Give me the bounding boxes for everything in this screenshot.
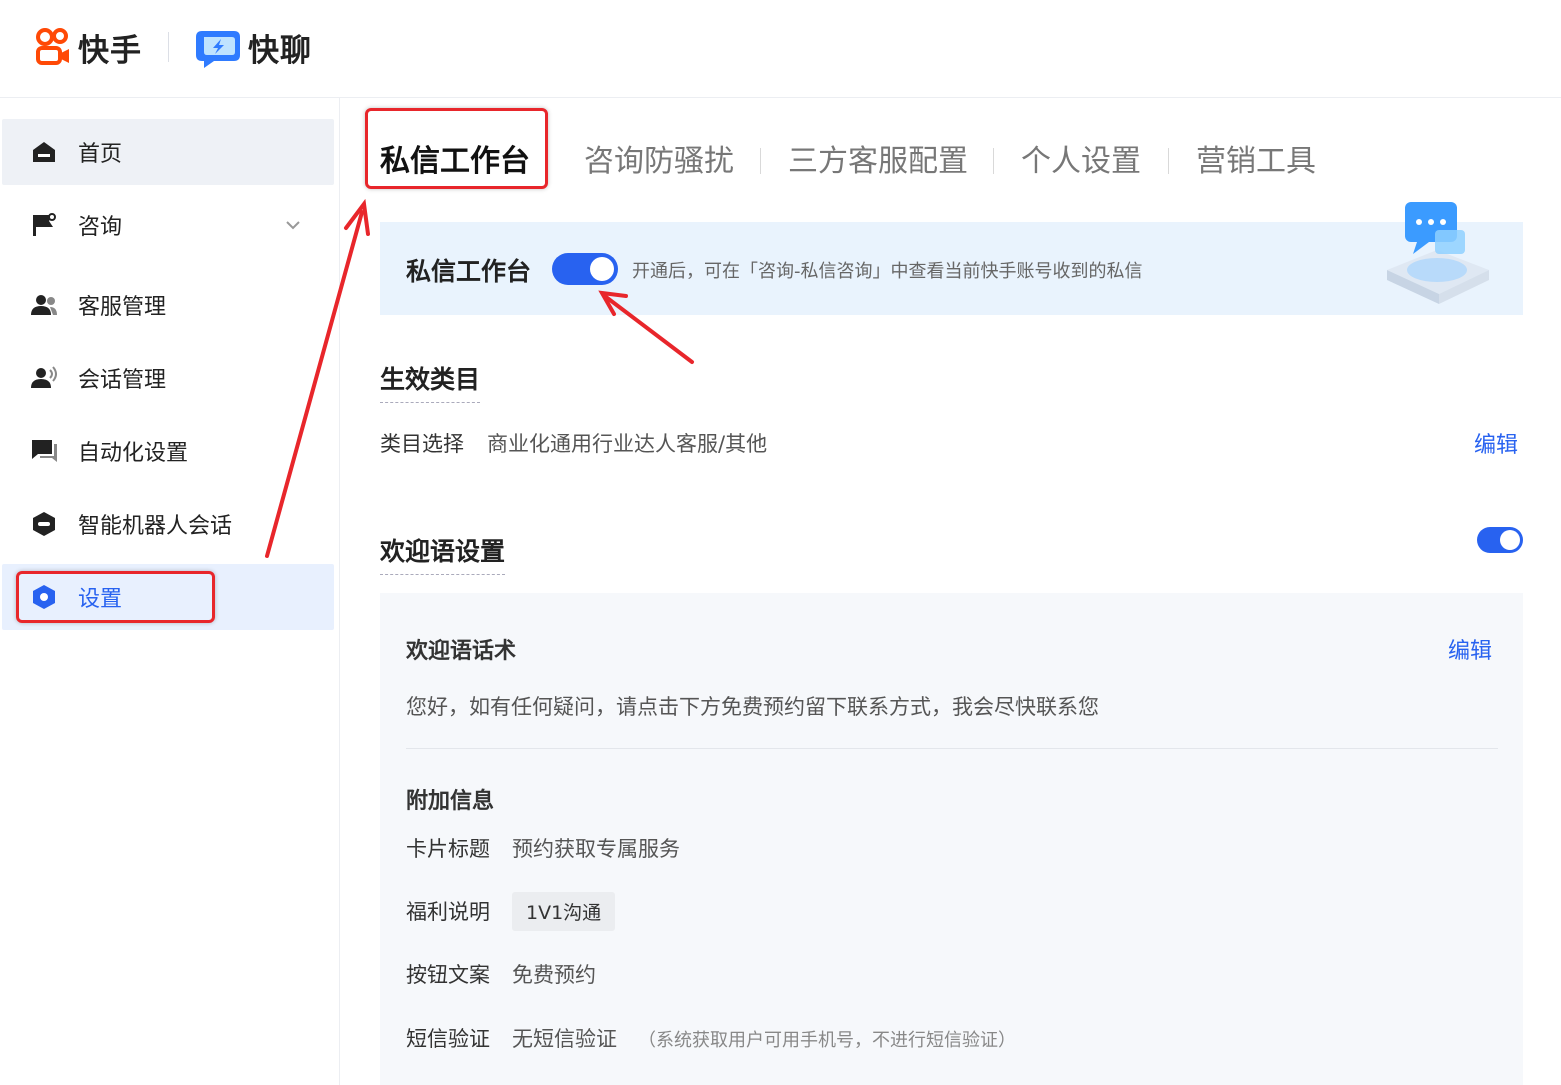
kuaishou-brand-text: 快手 (78, 32, 142, 69)
robot-icon (30, 510, 58, 538)
welcome-script-edit-link[interactable]: 编辑 (1448, 633, 1492, 665)
category-label: 类目选择 (380, 432, 464, 456)
sidebar-item-label: 咨询 (78, 215, 123, 240)
sidebar-item-consult[interactable]: 咨询 (2, 192, 334, 258)
sms-verify-label: 短信验证 (406, 1027, 490, 1051)
tab-personal-settings[interactable]: 个人设置 (1021, 138, 1141, 186)
welcome-config-card: 欢迎语话术 编辑 您好，如有任何疑问，请点击下方免费预约留下联系方式，我会尽快联… (380, 593, 1523, 1085)
user-voice-icon (30, 364, 58, 392)
welcome-script-title: 欢迎语话术 (406, 639, 517, 664)
toggle-knob (590, 257, 614, 281)
welcome-script-text: 您好，如有任何疑问，请点击下方免费预约留下联系方式，我会尽快联系您 (406, 695, 1099, 719)
dm-workbench-banner: 私信工作台 开通后，可在「咨询-私信咨询」中查看当前快手账号收到的私信 (380, 202, 1523, 315)
tab-marketing-tools[interactable]: 营销工具 (1196, 138, 1316, 186)
flag-icon (30, 211, 58, 239)
sidebar-item-label: 会话管理 (78, 368, 167, 393)
banner-title: 私信工作台 (406, 257, 532, 286)
sidebar-item-robot[interactable]: 智能机器人会话 (2, 491, 334, 557)
home-icon (30, 138, 58, 166)
kuailiao-logo[interactable]: 快聊 (194, 24, 312, 70)
kuailiao-logo-icon (196, 31, 240, 68)
category-edit-link[interactable]: 编辑 (1474, 427, 1518, 459)
welcome-toggle[interactable] (1477, 527, 1523, 553)
sms-verify-note: （系统获取用户可用手机号，不进行短信验证） (638, 1030, 1016, 1051)
tab-separator (760, 148, 761, 174)
dm-workbench-toggle[interactable] (552, 253, 618, 285)
top-header: 快手 快聊 (0, 0, 1561, 98)
benefit-tag: 1V1沟通 (512, 892, 616, 931)
extra-info-title: 附加信息 (406, 789, 495, 814)
sidebar-item-customer-service[interactable]: 客服管理 (2, 272, 334, 338)
tab-third-party-service[interactable]: 三方客服配置 (788, 138, 968, 186)
sidebar-item-session[interactable]: 会话管理 (2, 345, 334, 411)
chevron-down-icon[interactable] (282, 214, 304, 236)
sms-verify-value: 无短信验证 (512, 1027, 617, 1051)
card-divider (406, 748, 1498, 749)
tab-separator (1168, 148, 1169, 174)
kuaishou-logo-icon (36, 28, 69, 65)
category-section-title: 生效类目 (380, 360, 481, 403)
category-value: 商业化通用行业达人客服/其他 (487, 432, 768, 456)
tab-anti-harassment[interactable]: 咨询防骚扰 (584, 138, 734, 186)
button-text-label: 按钮文案 (406, 963, 490, 987)
button-text-value: 免费预约 (512, 963, 596, 987)
welcome-section-title: 欢迎语设置 (380, 532, 506, 575)
sidebar-item-home[interactable]: 首页 (2, 119, 334, 185)
kuailiao-brand-text: 快聊 (248, 32, 312, 69)
message-illustration-icon (1387, 202, 1489, 304)
sidebar-item-label: 智能机器人会话 (78, 514, 233, 539)
tab-separator (993, 148, 994, 174)
sidebar-item-label: 客服管理 (78, 295, 167, 320)
annotation-box-tab (365, 108, 548, 189)
sidebar-item-label: 自动化设置 (78, 441, 189, 466)
toggle-knob (1500, 530, 1520, 550)
sidebar-item-automation[interactable]: 自动化设置 (2, 418, 334, 484)
card-title-label: 卡片标题 (406, 837, 490, 861)
benefit-label: 福利说明 (406, 900, 490, 924)
card-title-value: 预约获取专属服务 (512, 837, 680, 861)
banner-description: 开通后，可在「咨询-私信咨询」中查看当前快手账号收到的私信 (632, 261, 1143, 282)
annotation-box-settings (16, 571, 215, 623)
kuaishou-logo[interactable]: 快手 (34, 24, 142, 70)
chat-icon (30, 437, 58, 465)
users-icon (30, 291, 58, 319)
brand-divider (168, 32, 169, 62)
sidebar-item-label: 首页 (78, 142, 123, 167)
